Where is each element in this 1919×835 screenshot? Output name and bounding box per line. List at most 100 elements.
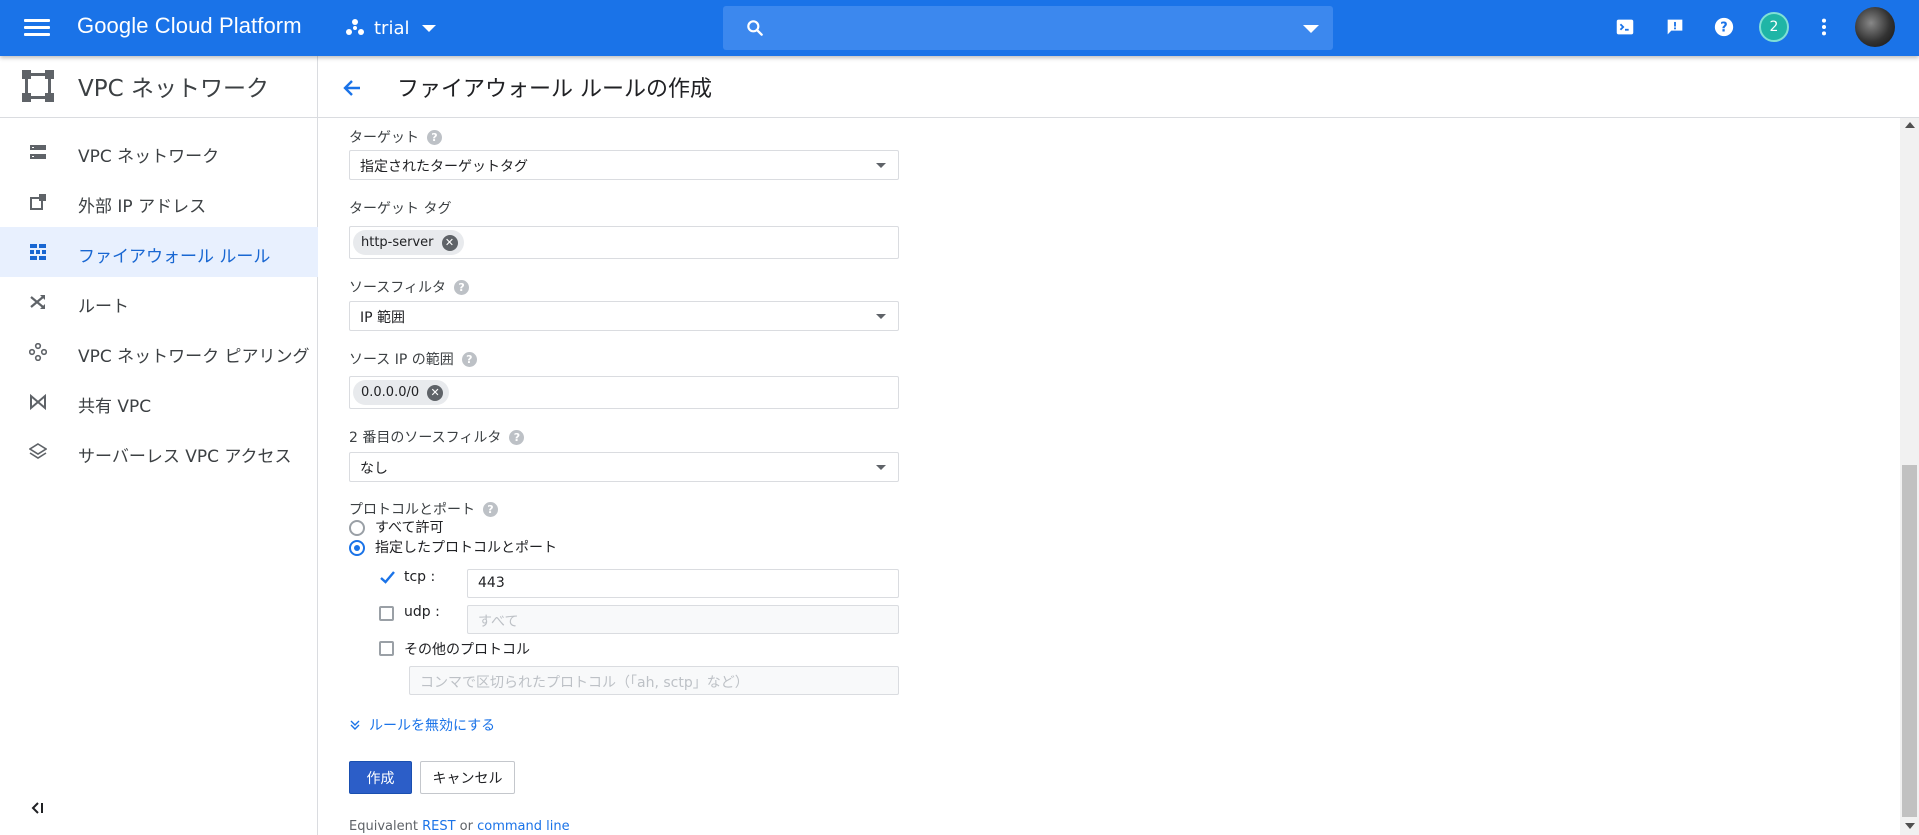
project-name: trial bbox=[374, 17, 410, 39]
dropdown-arrow-icon bbox=[876, 163, 886, 168]
or-text: or bbox=[459, 819, 473, 834]
feedback-icon[interactable] bbox=[1662, 14, 1688, 40]
second-source-filter-label: 2 番目のソースフィルタ? bbox=[349, 427, 525, 447]
other-protocols-checkbox[interactable] bbox=[379, 641, 394, 656]
sidebar-item-routes[interactable]: ルート bbox=[0, 277, 318, 327]
second-source-filter-label-text: 2 番目のソースフィルタ bbox=[349, 430, 502, 446]
tcp-ports-value: 443 bbox=[478, 575, 505, 591]
tcp-checkbox[interactable] bbox=[379, 569, 395, 584]
scroll-down-arrow-icon[interactable] bbox=[1905, 823, 1915, 829]
second-source-filter-select[interactable]: なし bbox=[349, 452, 899, 482]
tag-chip-label: http-server bbox=[361, 235, 434, 250]
sidebar-item-serverless-vpc[interactable]: サーバーレス VPC アクセス bbox=[0, 427, 318, 477]
other-protocols-input[interactable]: コンマで区切られたプロトコル（「ah, sctp」など） bbox=[409, 666, 899, 695]
help-icon[interactable]: ? bbox=[427, 129, 442, 145]
specified-protocols-label: 指定したプロトコルとポート bbox=[375, 540, 557, 556]
sidebar-item-peering[interactable]: VPC ネットワーク ピアリング bbox=[0, 327, 318, 377]
serverless-icon bbox=[29, 443, 47, 459]
sidebar-item-vpc-networks[interactable]: VPC ネットワーク bbox=[0, 127, 318, 177]
more-vert-icon[interactable] bbox=[1811, 14, 1837, 40]
sidebar-item-shared-vpc[interactable]: 共有 VPC bbox=[0, 377, 318, 427]
sidebar-item-label: ファイアウォール ルール bbox=[78, 247, 271, 267]
udp-label: udp : bbox=[404, 604, 440, 620]
allow-all-label: すべて許可 bbox=[375, 520, 444, 536]
specified-protocols-radio[interactable] bbox=[349, 540, 365, 556]
sidebar-title: VPC ネットワーク bbox=[78, 76, 269, 102]
help-icon[interactable]: ? bbox=[483, 501, 498, 517]
udp-checkbox[interactable] bbox=[379, 606, 394, 621]
equivalent-links: Equivalent REST or command line bbox=[349, 819, 570, 834]
target-select-value: 指定されたターゲットタグ bbox=[360, 159, 528, 175]
sidebar: VPC ネットワーク VPC ネットワーク 外部 IP アドレス ファイアウォー… bbox=[0, 56, 318, 835]
search-icon bbox=[747, 20, 763, 36]
sidebar-item-firewall-rules[interactable]: ファイアウォール ルール bbox=[0, 227, 318, 277]
external-ip-icon bbox=[30, 194, 46, 210]
page-header: ファイアウォール ルールの作成 bbox=[318, 56, 1919, 118]
back-arrow-icon[interactable] bbox=[340, 76, 364, 100]
other-protocols-placeholder: コンマで区切られたプロトコル（「ah, sctp」など） bbox=[420, 675, 749, 691]
remove-chip-icon[interactable]: ✕ bbox=[427, 384, 444, 401]
main-menu-icon[interactable] bbox=[24, 16, 50, 38]
account-avatar[interactable] bbox=[1855, 7, 1895, 47]
vpc-product-icon bbox=[22, 70, 54, 102]
sidebar-item-label: VPC ネットワーク ピアリング bbox=[78, 347, 310, 367]
disable-rule-label: ルールを無効にする bbox=[369, 718, 496, 734]
help-icon[interactable]: ? bbox=[454, 279, 470, 295]
target-tags-label: ターゲット タグ bbox=[349, 201, 452, 217]
chevron-down-icon bbox=[421, 24, 436, 32]
source-filter-select[interactable]: IP 範囲 bbox=[349, 301, 899, 331]
firewall-icon bbox=[30, 244, 46, 260]
ip-chip-label: 0.0.0.0/0 bbox=[361, 385, 420, 400]
tcp-label: tcp : bbox=[404, 569, 436, 585]
svg-text:?: ? bbox=[1720, 21, 1727, 36]
routes-icon bbox=[30, 295, 45, 309]
source-filter-value: IP 範囲 bbox=[360, 310, 406, 326]
checkmark-icon bbox=[380, 571, 395, 584]
project-icon bbox=[346, 19, 364, 37]
double-chevron-down-icon bbox=[350, 720, 360, 730]
cancel-button[interactable]: キャンセル bbox=[420, 761, 515, 794]
source-filter-label: ソースフィルタ? bbox=[349, 277, 470, 297]
create-button[interactable]: 作成 bbox=[349, 761, 412, 794]
equivalent-prefix: Equivalent bbox=[349, 819, 418, 834]
protocols-label-text: プロトコルとポート bbox=[349, 502, 475, 518]
other-protocols-label: その他のプロトコル bbox=[404, 642, 530, 658]
peering-icon bbox=[29, 343, 47, 361]
source-ip-label: ソース IP の範囲? bbox=[349, 349, 477, 369]
search-input[interactable] bbox=[723, 6, 1333, 50]
brand-title[interactable]: Google Cloud Platform bbox=[77, 13, 302, 39]
rest-link[interactable]: REST bbox=[422, 819, 455, 834]
target-label: ターゲット? bbox=[349, 127, 442, 147]
disable-rule-link[interactable]: ルールを無効にする bbox=[349, 715, 495, 735]
target-tags-input[interactable]: http-server ✕ bbox=[349, 226, 899, 259]
source-filter-label-text: ソースフィルタ bbox=[349, 280, 447, 296]
udp-ports-input[interactable]: すべて bbox=[467, 605, 899, 634]
target-select[interactable]: 指定されたターゲットタグ bbox=[349, 150, 899, 180]
scrollbar-thumb[interactable] bbox=[1902, 465, 1917, 817]
search-dropdown-icon[interactable] bbox=[1303, 25, 1319, 33]
allow-all-radio[interactable] bbox=[349, 520, 365, 536]
scroll-up-arrow-icon[interactable] bbox=[1905, 122, 1915, 128]
tag-chip: http-server ✕ bbox=[353, 230, 464, 255]
cloud-shell-icon[interactable] bbox=[1612, 14, 1638, 40]
sidebar-item-label: 外部 IP アドレス bbox=[78, 197, 207, 217]
sidebar-item-external-ip[interactable]: 外部 IP アドレス bbox=[0, 177, 318, 227]
collapse-sidebar-icon[interactable] bbox=[29, 799, 47, 817]
shared-vpc-icon bbox=[30, 393, 46, 411]
help-icon[interactable]: ? bbox=[509, 429, 525, 445]
help-icon[interactable]: ? bbox=[1711, 14, 1737, 40]
project-selector[interactable]: trial bbox=[346, 12, 436, 44]
remove-chip-icon[interactable]: ✕ bbox=[441, 234, 458, 251]
second-source-filter-value: なし bbox=[360, 461, 388, 477]
dropdown-arrow-icon bbox=[876, 314, 886, 319]
sidebar-item-label: 共有 VPC bbox=[78, 397, 152, 417]
firewall-rule-form: ターゲット? 指定されたターゲットタグ ターゲット タグ http-server… bbox=[349, 118, 909, 835]
target-label-text: ターゲット bbox=[349, 130, 419, 146]
sidebar-item-label: VPC ネットワーク bbox=[78, 147, 220, 167]
tcp-ports-input[interactable]: 443 bbox=[467, 569, 899, 598]
source-ip-input[interactable]: 0.0.0.0/0 ✕ bbox=[349, 376, 899, 409]
notifications-badge[interactable]: 2 bbox=[1759, 12, 1789, 42]
source-ip-label-text: ソース IP の範囲 bbox=[349, 352, 454, 368]
help-icon[interactable]: ? bbox=[461, 351, 477, 367]
command-line-link[interactable]: command line bbox=[477, 819, 569, 834]
